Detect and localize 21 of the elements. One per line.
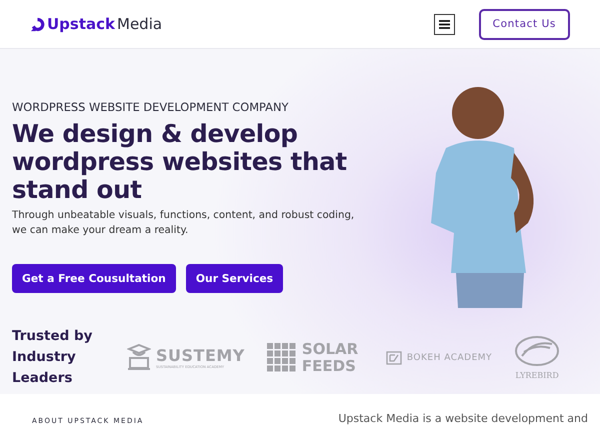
logo-text: LYREBIRD: [515, 370, 559, 380]
graduate-laptop-icon: [127, 344, 151, 372]
brand-suffix: Media: [117, 15, 162, 33]
monogram-icon: [386, 350, 402, 364]
cta-button[interactable]: Get a Free Cousultation: [12, 264, 176, 293]
hero-description: Through unbeatable visuals, functions, content, and robust coding, we can make your dream a reality.: [12, 209, 356, 238]
cta-button[interactable]: Our Services: [186, 264, 284, 293]
hero-headline: We design & develop wordpress websites that stand out: [12, 120, 348, 204]
menu-icon: [438, 20, 450, 28]
bird-emblem-icon: [514, 336, 560, 366]
logo-text: SOLAR FEEDS: [302, 340, 360, 374]
logo-text: BOKEH ACADEMY: [406, 352, 492, 362]
hero-kicker: WORDPRESS WEBSITE DEVELOPMENT COMPANY: [12, 100, 290, 114]
trusted-title: Trusted by Industry Leaders: [12, 327, 94, 388]
brand-name: Upstack: [47, 15, 116, 33]
about-intro: Upstack Media is a website development and: [338, 412, 588, 425]
logo-text: SUSTEMY: [156, 346, 245, 365]
menu-button[interactable]: [434, 14, 455, 34]
logo-icon: [30, 16, 45, 32]
contact-button[interactable]: Contact Us: [478, 8, 570, 40]
panel-grid-icon: [266, 342, 297, 372]
